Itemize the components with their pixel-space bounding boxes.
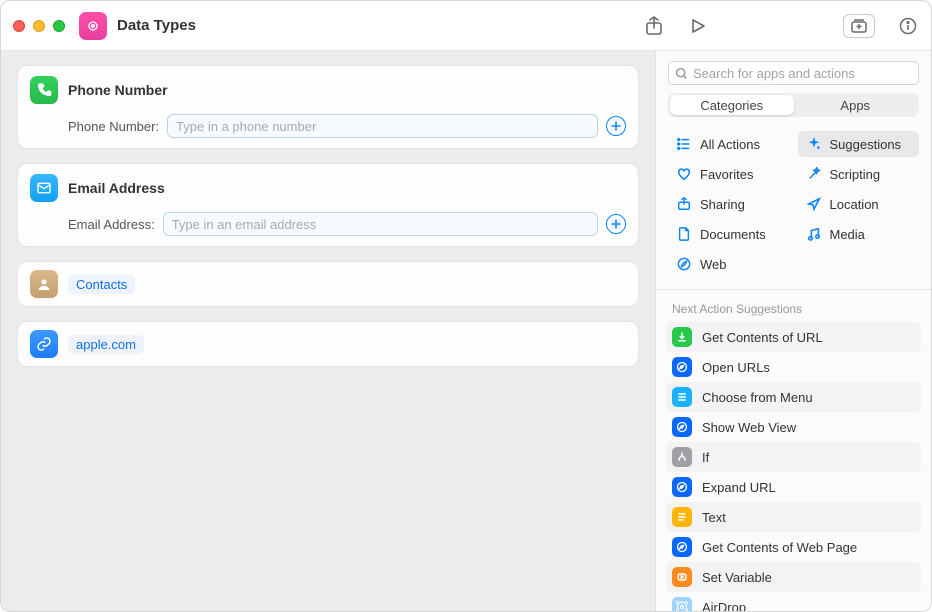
var-icon — [672, 567, 692, 587]
category-documents[interactable]: Documents — [668, 221, 790, 247]
share-button[interactable] — [643, 15, 665, 37]
suggestion-item[interactable]: AirDrop — [666, 592, 921, 611]
suggestion-item[interactable]: Choose from Menu — [666, 382, 921, 412]
category-label: Location — [830, 197, 879, 212]
category-label: Sharing — [700, 197, 745, 212]
suggestion-label: If — [702, 450, 709, 465]
compass-icon — [676, 257, 692, 271]
share-icon — [676, 197, 692, 211]
suggestion-label: Get Contents of Web Page — [702, 540, 857, 555]
close-window-button[interactable] — [13, 20, 25, 32]
field-input[interactable] — [163, 212, 598, 236]
wand-icon — [806, 167, 822, 181]
compass-sm-icon — [672, 417, 692, 437]
tab-categories[interactable]: Categories — [670, 95, 794, 115]
category-favorites[interactable]: Favorites — [668, 161, 790, 187]
link-icon — [30, 330, 58, 358]
library-button[interactable] — [843, 14, 875, 38]
heart-icon — [676, 167, 692, 181]
action-card[interactable]: Phone Number Phone Number: — [17, 65, 639, 149]
sparkle-icon — [806, 137, 822, 151]
tab-apps[interactable]: Apps — [794, 95, 918, 115]
traffic-lights — [13, 20, 65, 32]
shortcut-icon — [79, 12, 107, 40]
category-label: Web — [700, 257, 727, 272]
window: Data Types Phone Number Phon — [0, 0, 932, 612]
variable-pill[interactable]: Contacts — [68, 275, 135, 294]
field-label: Phone Number: — [68, 119, 159, 134]
doc-icon — [676, 227, 692, 241]
suggestion-item[interactable]: Show Web View — [666, 412, 921, 442]
category-media[interactable]: Media — [798, 221, 920, 247]
contact-icon — [30, 270, 58, 298]
workflow-canvas[interactable]: Phone Number Phone Number: Email Address… — [1, 51, 656, 611]
suggestions-header: Next Action Suggestions — [656, 290, 931, 322]
minimize-window-button[interactable] — [33, 20, 45, 32]
category-all-actions[interactable]: All Actions — [668, 131, 790, 157]
action-title: Email Address — [68, 180, 165, 196]
suggestion-item[interactable]: Get Contents of Web Page — [666, 532, 921, 562]
variable-pill[interactable]: apple.com — [68, 335, 144, 354]
category-suggestions[interactable]: Suggestions — [798, 131, 920, 157]
category-location[interactable]: Location — [798, 191, 920, 217]
suggestion-label: Open URLs — [702, 360, 770, 375]
category-label: Media — [830, 227, 865, 242]
suggestion-item[interactable]: If — [666, 442, 921, 472]
category-label: All Actions — [700, 137, 760, 152]
suggestion-label: Get Contents of URL — [702, 330, 823, 345]
suggestion-label: Show Web View — [702, 420, 796, 435]
menu-icon — [672, 387, 692, 407]
action-card[interactable]: Contacts — [17, 261, 639, 307]
download-icon — [672, 327, 692, 347]
category-web[interactable]: Web — [668, 251, 790, 277]
suggestion-label: Choose from Menu — [702, 390, 813, 405]
suggestion-item[interactable]: Expand URL — [666, 472, 921, 502]
category-label: Scripting — [830, 167, 881, 182]
field-label: Email Address: — [68, 217, 155, 232]
add-variable-button[interactable] — [606, 214, 626, 234]
suggestion-item[interactable]: Text — [666, 502, 921, 532]
shortcut-title: Data Types — [117, 17, 196, 34]
compass-sm-icon — [672, 477, 692, 497]
category-sharing[interactable]: Sharing — [668, 191, 790, 217]
search-field[interactable] — [668, 61, 919, 85]
suggestion-label: Expand URL — [702, 480, 776, 495]
suggestion-label: Text — [702, 510, 726, 525]
compass-sm-icon — [672, 357, 692, 377]
airdrop-icon — [672, 597, 692, 611]
branch-icon — [672, 447, 692, 467]
music-icon — [806, 227, 822, 241]
text-icon — [672, 507, 692, 527]
run-button[interactable] — [687, 15, 709, 37]
zoom-window-button[interactable] — [53, 20, 65, 32]
suggestion-label: Set Variable — [702, 570, 772, 585]
category-scripting[interactable]: Scripting — [798, 161, 920, 187]
search-icon — [675, 67, 688, 80]
category-label: Suggestions — [830, 137, 902, 152]
field-input[interactable] — [167, 114, 598, 138]
sidebar-segmented-control: Categories Apps — [668, 93, 919, 117]
suggestion-item[interactable]: Set Variable — [666, 562, 921, 592]
category-label: Favorites — [700, 167, 753, 182]
action-card[interactable]: apple.com — [17, 321, 639, 367]
titlebar: Data Types — [1, 1, 931, 51]
suggestion-item[interactable]: Get Contents of URL — [666, 322, 921, 352]
category-label: Documents — [700, 227, 766, 242]
action-title: Phone Number — [68, 82, 168, 98]
suggestion-label: AirDrop — [702, 600, 746, 612]
search-input[interactable] — [693, 66, 912, 81]
suggestions-list: Get Contents of URL Open URLs Choose from … — [656, 322, 931, 611]
mail-icon — [30, 174, 58, 202]
compass-sm-icon — [672, 537, 692, 557]
info-button[interactable] — [897, 15, 919, 37]
list-icon — [676, 137, 692, 151]
add-variable-button[interactable] — [606, 116, 626, 136]
nav-icon — [806, 197, 822, 211]
actions-sidebar: Categories Apps All Actions Suggestions Fa… — [656, 51, 931, 611]
action-card[interactable]: Email Address Email Address: — [17, 163, 639, 247]
phone-icon — [30, 76, 58, 104]
categories-grid: All Actions Suggestions Favorites Scripting… — [656, 127, 931, 290]
suggestion-item[interactable]: Open URLs — [666, 352, 921, 382]
